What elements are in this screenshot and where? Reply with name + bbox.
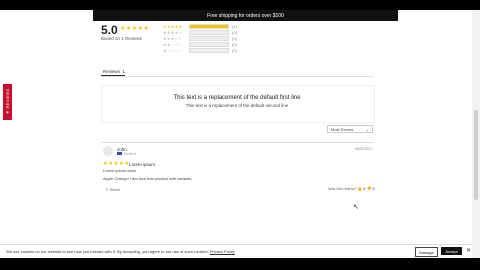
thumbs-down-button[interactable]: 👎 0 (366, 186, 374, 191)
histogram-bar (189, 42, 229, 47)
histogram-row[interactable]: ★☆☆☆☆ (0) (163, 48, 237, 53)
histogram-fill (190, 25, 228, 28)
cookie-message: We use cookies on our website to see how… (6, 249, 209, 254)
histogram-stars: ★★★★★ (163, 24, 183, 29)
review-title: Lorem ipsum (129, 162, 156, 167)
cookie-text: We use cookies on our website to see how… (6, 249, 235, 254)
histogram-stars: ★★★☆☆ (163, 36, 183, 41)
announcement-text: Free shipping for orders over $100 (207, 12, 284, 19)
placeholder-first-line: This text is a replacement of the defaul… (173, 95, 301, 101)
thumbs-up-button[interactable]: 👍 0 (357, 186, 365, 191)
histogram-stars: ★★☆☆☆ (163, 42, 183, 47)
average-stars: ★★★★★ (120, 26, 150, 32)
top-frame (0, 0, 480, 10)
privacy-policy-link[interactable]: Privacy Policy (210, 249, 235, 254)
helpful-votes: 👍 0 👎 0 (357, 186, 375, 191)
histogram-row[interactable]: ★★☆☆☆ (0) (163, 42, 237, 47)
accept-button[interactable]: Accept (441, 247, 462, 255)
tab-reviews-count: 1 (122, 69, 126, 74)
flag-icon (117, 152, 122, 155)
sort-label: Most Recent (331, 126, 354, 132)
histogram-bar (189, 24, 229, 29)
histogram-stars: ★☆☆☆☆ (163, 48, 183, 53)
histogram-bar (189, 30, 229, 35)
review-date: 08/21/2017 (355, 147, 373, 151)
review-separator (101, 142, 373, 143)
histogram-count: (0) (232, 36, 237, 41)
scrollbar-thumb[interactable] (474, 110, 478, 200)
histogram-stars: ★★★★☆ (163, 30, 183, 35)
mouse-pointer-icon: ↖ (353, 204, 359, 211)
chevron-down-icon: ⌄ (365, 126, 369, 132)
histogram-count: (0) (232, 42, 237, 47)
avatar (103, 146, 113, 156)
tab-active-indicator (101, 75, 125, 76)
tab-reviews[interactable]: Reviews 1 (103, 69, 125, 74)
share-button[interactable]: ⇪ Share (105, 187, 120, 192)
sort-dropdown[interactable]: Most Recent ⌄ (327, 125, 373, 133)
verified-badge: Verified (124, 152, 136, 156)
histogram-bar (189, 48, 229, 53)
reviews-side-tab[interactable]: ★ REVIEWS (3, 84, 12, 120)
bottom-frame (0, 258, 480, 270)
based-on-text: Based on 1 Reviews (101, 36, 143, 41)
share-label: Share (109, 187, 121, 192)
tab-reviews-label: Reviews (103, 69, 121, 74)
manage-button[interactable]: Manage (415, 247, 438, 257)
helpful-label: Was this helpful? (328, 187, 357, 191)
histogram-count: (1) (232, 24, 237, 29)
histogram-row[interactable]: ★★★★☆ (0) (163, 30, 237, 35)
review-body: Lorem ipsum dolor (103, 168, 137, 173)
tab-divider (101, 76, 373, 77)
review-stars: ★★★★★ (103, 161, 130, 167)
histogram-row[interactable]: ★★★★★ (1) (163, 24, 237, 29)
average-score: 5.0 (101, 23, 118, 37)
histogram-count: (0) (232, 48, 237, 53)
review-text: Apple Orange! I am love this product wit… (103, 176, 193, 181)
histogram-count: (0) (232, 30, 237, 35)
close-icon[interactable]: ✕ (466, 247, 471, 254)
histogram-bar (189, 36, 229, 41)
share-icon: ⇪ (105, 187, 109, 192)
placeholder-second-line: This text is a replacement of the defaul… (185, 103, 289, 108)
announcement-bar: Free shipping for orders over $100 (93, 10, 398, 21)
histogram-row[interactable]: ★★★☆☆ (0) (163, 36, 237, 41)
